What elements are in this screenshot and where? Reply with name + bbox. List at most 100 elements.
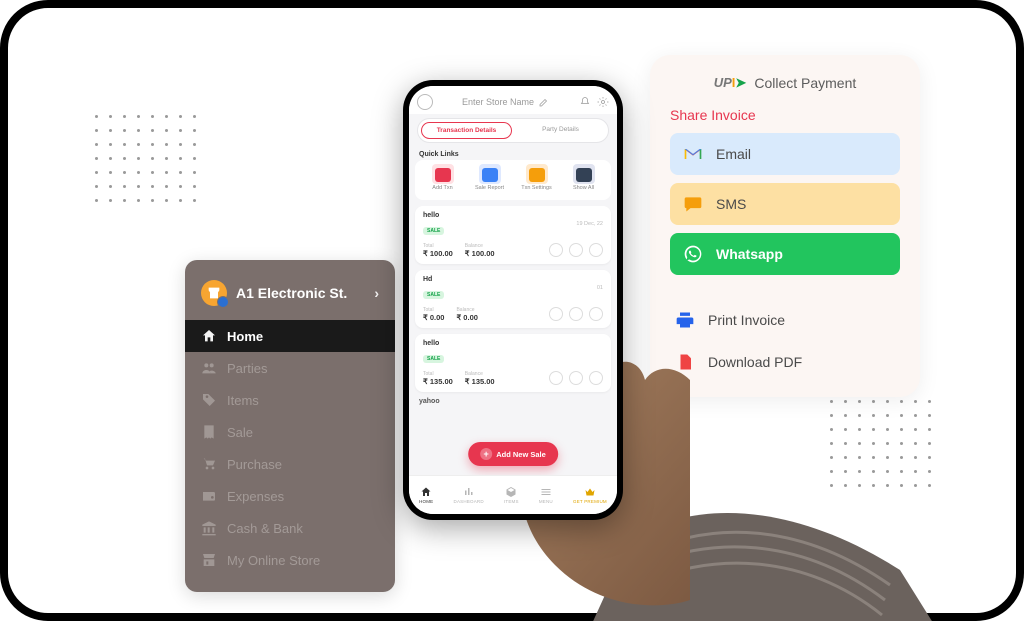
nav-label: Menu [539, 499, 553, 504]
party-name: hello [423, 212, 444, 219]
party-name: hello [423, 340, 444, 347]
collect-payment-row[interactable]: UPI➤ Collect Payment [670, 75, 900, 91]
fab-label: Add New Sale [496, 450, 546, 459]
sidebar-item-label: Sale [227, 425, 253, 440]
share-sms-label: SMS [716, 196, 746, 212]
printer-icon [674, 309, 696, 331]
store-avatar [201, 280, 227, 306]
share-sms-button[interactable]: SMS [670, 183, 900, 225]
tab-party[interactable]: Party Details [516, 122, 605, 139]
profile-icon[interactable] [417, 94, 433, 110]
dot-pattern [95, 115, 207, 213]
transaction-card[interactable]: hello SALE 19 Dec, 22 Total₹ 100.00 Bala… [415, 206, 611, 264]
store-name-placeholder: Enter Store Name [462, 97, 534, 107]
print-label: Print Invoice [708, 312, 785, 328]
store-name-input[interactable]: Enter Store Name [439, 96, 573, 108]
sale-badge: SALE [423, 227, 444, 235]
sidebar-item-parties[interactable]: Parties [185, 352, 395, 384]
sidebar-item-label: Parties [227, 361, 267, 376]
print-icon[interactable] [549, 243, 563, 257]
tab-transactions[interactable]: Transaction Details [421, 122, 512, 139]
sidebar-item-label: Items [227, 393, 259, 408]
quick-link-label: Sale Report [475, 186, 504, 192]
bell-icon[interactable] [579, 96, 591, 108]
nav-menu[interactable]: Menu [539, 486, 553, 504]
collect-label: Collect Payment [754, 75, 856, 91]
print-icon[interactable] [549, 371, 563, 385]
nav-premium[interactable]: Get Premium [573, 486, 607, 504]
balance-value: ₹ 135.00 [465, 377, 495, 386]
transaction-list[interactable]: hello SALE 19 Dec, 22 Total₹ 100.00 Bala… [409, 206, 617, 515]
more-icon[interactable] [589, 243, 603, 257]
more-icon[interactable] [589, 307, 603, 321]
quick-link-add-txn[interactable]: Add Txn [423, 164, 463, 192]
quick-link-label: Add Txn [432, 186, 452, 192]
phone-screen: Enter Store Name Transaction Details Par… [409, 86, 617, 514]
cart-icon [201, 456, 217, 472]
share-icon[interactable] [569, 307, 583, 321]
nav-label: Dashboard [454, 499, 484, 504]
share-invoice-card: UPI➤ Collect Payment Share Invoice Email… [650, 55, 920, 397]
more-icon[interactable] [589, 371, 603, 385]
wallet-icon [201, 488, 217, 504]
upi-logo: UPI➤ [714, 75, 747, 91]
sidebar-item-label: Purchase [227, 457, 282, 472]
sidebar-item-sale[interactable]: Sale [185, 416, 395, 448]
print-invoice-button[interactable]: Print Invoice [670, 303, 900, 337]
nav-home[interactable]: Home [419, 486, 433, 504]
sidebar-item-expenses[interactable]: Expenses [185, 480, 395, 512]
nav-label: Items [504, 499, 519, 504]
gear-icon[interactable] [597, 96, 609, 108]
pdf-label: Download PDF [708, 354, 802, 370]
sale-badge: SALE [423, 291, 444, 299]
sidebar-item-label: Expenses [227, 489, 284, 504]
app-bar: Enter Store Name [409, 86, 617, 114]
app-sidebar: A1 Electronic St. › Home Parties Items S… [185, 260, 395, 592]
phone-frame: Enter Store Name Transaction Details Par… [403, 80, 623, 520]
quick-link-label: Show All [573, 186, 594, 192]
store-switcher[interactable]: A1 Electronic St. › [185, 276, 395, 320]
quick-link-show-all[interactable]: Show All [564, 164, 604, 192]
sidebar-item-purchase[interactable]: Purchase [185, 448, 395, 480]
quick-links-row: Add Txn Sale Report Txn Settings Show Al… [415, 160, 611, 200]
sidebar-item-home[interactable]: Home [185, 320, 395, 352]
total-value: ₹ 100.00 [423, 249, 453, 258]
share-email-label: Email [716, 146, 751, 162]
print-icon[interactable] [549, 307, 563, 321]
sale-badge: SALE [423, 355, 444, 363]
total-value: ₹ 135.00 [423, 377, 453, 386]
total-value: ₹ 0.00 [423, 313, 444, 322]
add-sale-fab[interactable]: Add New Sale [468, 442, 558, 466]
receipt-icon [201, 424, 217, 440]
gmail-icon [682, 143, 704, 165]
share-whatsapp-button[interactable]: Whatsapp [670, 233, 900, 275]
quick-link-txn-settings[interactable]: Txn Settings [517, 164, 557, 192]
txn-date: 19 Dec, 22 [576, 221, 603, 227]
store-name: A1 Electronic St. [236, 285, 347, 301]
sidebar-item-label: Home [227, 329, 263, 344]
whatsapp-icon [682, 243, 704, 265]
balance-value: ₹ 100.00 [465, 249, 495, 258]
share-email-button[interactable]: Email [670, 133, 900, 175]
nav-items[interactable]: Items [504, 486, 519, 504]
sidebar-item-items[interactable]: Items [185, 384, 395, 416]
share-section-title: Share Invoice [670, 107, 900, 123]
nav-dashboard[interactable]: Dashboard [454, 486, 484, 504]
nav-label: Home [419, 499, 433, 504]
party-name: Hd [423, 276, 444, 283]
section-header: yahoo [415, 398, 611, 405]
home-icon [201, 328, 217, 344]
transaction-card[interactable]: Hd SALE 01 Total₹ 0.00 Balance₹ 0.00 [415, 270, 611, 328]
sidebar-item-cash-bank[interactable]: Cash & Bank [185, 512, 395, 544]
bank-icon [201, 520, 217, 536]
share-icon[interactable] [569, 243, 583, 257]
quick-link-sale-report[interactable]: Sale Report [470, 164, 510, 192]
sidebar-item-online-store[interactable]: My Online Store [185, 544, 395, 576]
chevron-right-icon: › [374, 285, 379, 301]
balance-value: ₹ 0.00 [456, 313, 477, 322]
bottom-nav: Home Dashboard Items Menu Get Premium [409, 475, 617, 514]
share-icon[interactable] [569, 371, 583, 385]
transaction-card[interactable]: hello SALE Total₹ 135.00 Balance₹ 135.00 [415, 334, 611, 392]
tab-switcher: Transaction Details Party Details [417, 118, 609, 143]
download-pdf-button[interactable]: Download PDF [670, 345, 900, 379]
